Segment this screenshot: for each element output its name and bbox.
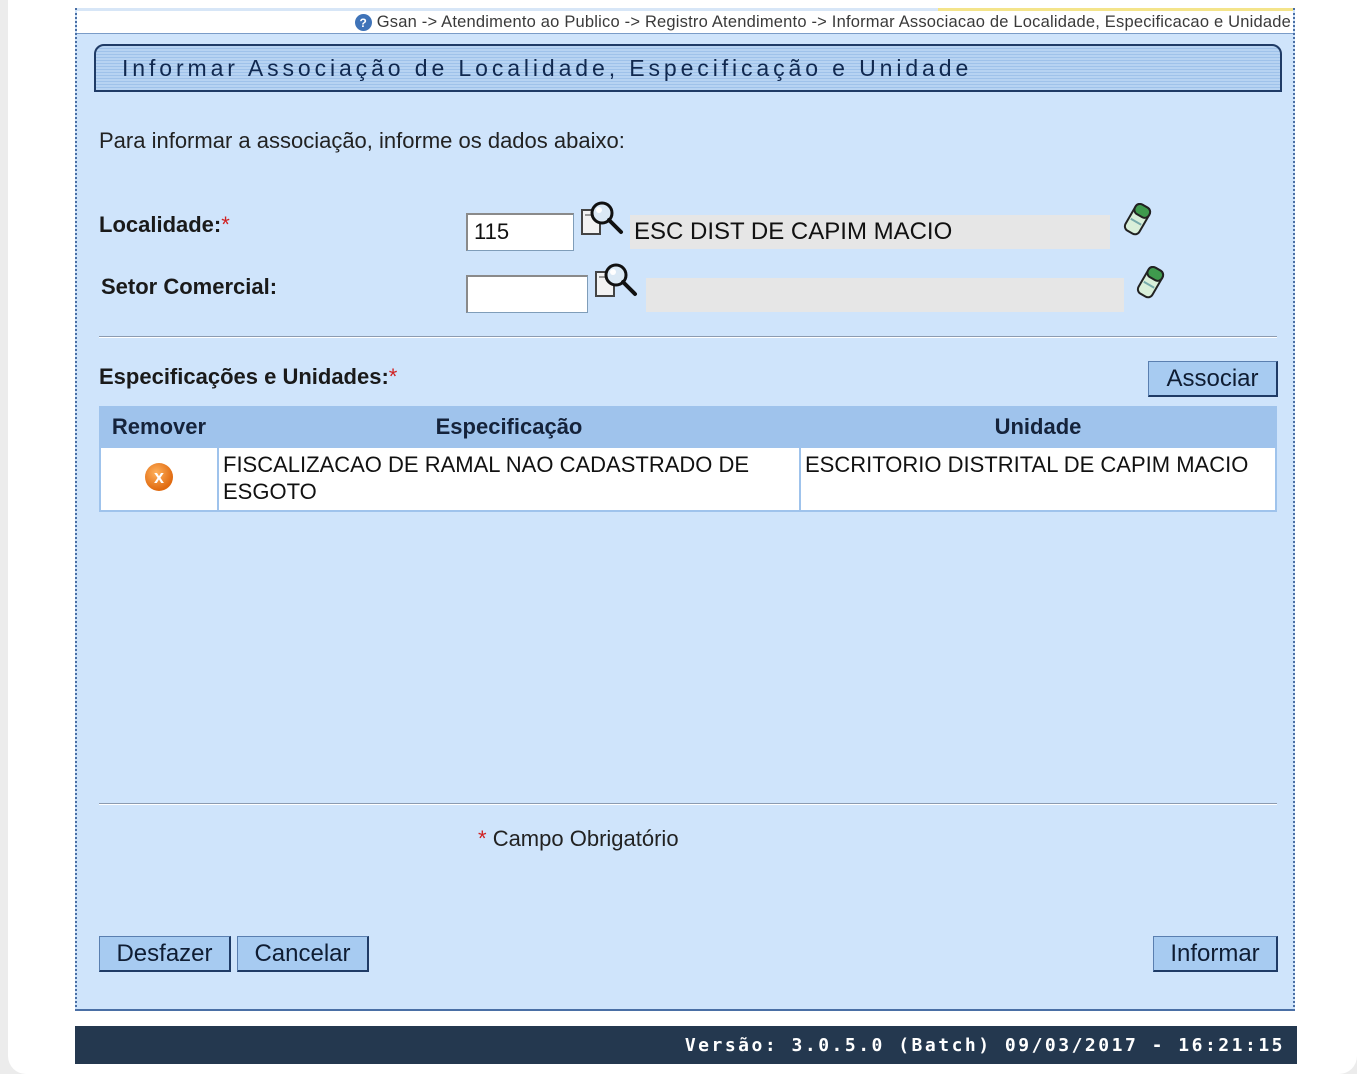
version-bar: Versão: 3.0.5.0 (Batch) 09/03/2017 - 16:… — [75, 1026, 1297, 1064]
setor-comercial-clear-icon[interactable] — [1133, 263, 1167, 303]
breadcrumb-accent — [938, 8, 1293, 11]
associacoes-table: Remover Especificação Unidade x FISCALIZ… — [99, 406, 1277, 512]
column-header-unidade: Unidade — [801, 408, 1275, 446]
help-icon[interactable]: ? — [354, 14, 372, 31]
localidade-code-input[interactable]: 115 — [466, 213, 574, 251]
associar-button[interactable]: Associar — [1148, 361, 1278, 397]
remove-cell: x — [101, 448, 217, 510]
especificacao-cell: FISCALIZACAO DE RAMAL NAO CADASTRADO DE … — [219, 448, 799, 510]
column-header-remover: Remover — [101, 408, 217, 446]
associacoes-label-text: Especificações e Unidades: — [99, 364, 389, 389]
breadcrumb-bar: ? Gsan -> Atendimento ao Publico -> Regi… — [77, 8, 1293, 34]
required-note: * Campo Obrigatório — [478, 826, 679, 852]
page-title-tab: Informar Associação de Localidade, Espec… — [94, 44, 1282, 92]
breadcrumb: ? Gsan -> Atendimento ao Publico -> Regi… — [354, 13, 1291, 32]
localidade-clear-icon[interactable] — [1120, 200, 1154, 240]
version-text: Versão: 3.0.5.0 (Batch) 09/03/2017 - 16:… — [684, 1035, 1285, 1056]
divider-bottom — [99, 803, 1277, 805]
breadcrumb-text[interactable]: Gsan -> Atendimento ao Publico -> Regist… — [377, 13, 1291, 32]
page-title: Informar Associação de Localidade, Espec… — [122, 55, 973, 81]
remove-icon[interactable]: x — [145, 463, 173, 491]
localidade-name-field: ESC DIST DE CAPIM MACIO — [630, 215, 1110, 249]
divider-top — [99, 336, 1277, 338]
table-row: x FISCALIZACAO DE RAMAL NAO CADASTRADO D… — [101, 448, 1275, 510]
associacoes-label: Especificações e Unidades:* — [99, 364, 397, 390]
setor-comercial-label: Setor Comercial: — [101, 274, 278, 299]
main-panel: ? Gsan -> Atendimento ao Publico -> Regi… — [75, 8, 1295, 1011]
localidade-search-icon[interactable] — [580, 200, 624, 240]
required-note-text: Campo Obrigatório — [492, 826, 679, 851]
required-mark: * — [388, 364, 398, 389]
required-mark: * — [221, 212, 230, 237]
required-mark: * — [478, 826, 487, 851]
setor-comercial-name-field — [646, 278, 1124, 312]
cancelar-button[interactable]: Cancelar — [237, 936, 369, 972]
table-header-row: Remover Especificação Unidade — [101, 408, 1275, 446]
unidade-cell: ESCRITORIO DISTRITAL DE CAPIM MACIO — [801, 448, 1275, 510]
informar-button[interactable]: Informar — [1153, 936, 1278, 972]
localidade-label: Localidade:* — [99, 212, 230, 238]
column-header-especificacao: Especificação — [219, 408, 799, 446]
desfazer-button[interactable]: Desfazer — [99, 936, 231, 972]
setor-comercial-search-icon[interactable] — [594, 262, 638, 302]
localidade-label-text: Localidade: — [99, 212, 222, 237]
intro-text: Para informar a associação, informe os d… — [99, 128, 625, 153]
setor-comercial-code-input[interactable] — [466, 275, 588, 313]
